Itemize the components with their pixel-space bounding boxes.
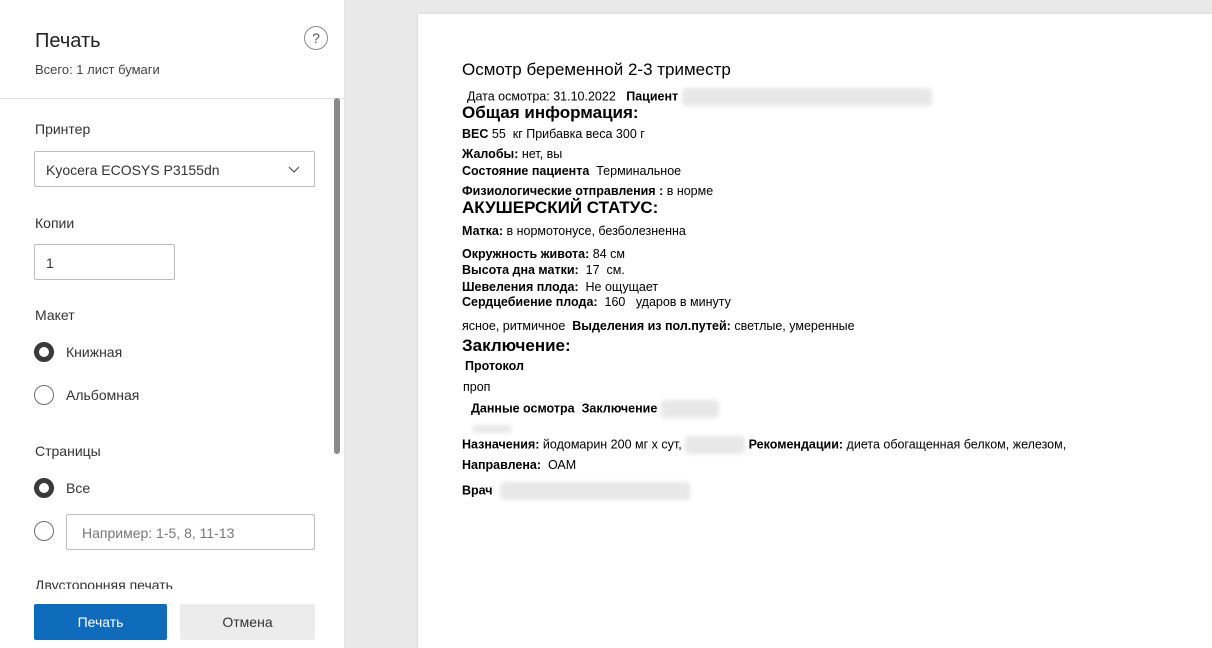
abdomen-row: Окружность живота: 84 см <box>462 247 625 261</box>
patient-name-redacted <box>681 88 932 106</box>
weight-gain: кг Прибавка веса 300 г <box>512 127 645 141</box>
date-label: Дата осмотра: <box>467 89 550 104</box>
print-preview-area[interactable]: Осмотр беременной 2-3 триместр Дата осмо… <box>345 0 1212 648</box>
referral-value: ОАМ <box>547 458 577 472</box>
pages-label: Страницы <box>35 443 101 459</box>
uterus-label: Матка: <box>462 224 504 238</box>
settings-scrollbar[interactable] <box>334 98 340 454</box>
appointments-value: йодомарин 200 мг х сут, <box>542 437 682 452</box>
print-button[interactable]: Печать <box>34 604 167 640</box>
protocol-value: проп <box>463 380 491 394</box>
weight-row: ВЕС 55 кг Прибавка веса 300 г <box>462 127 645 141</box>
copies-input[interactable]: 1 <box>34 244 175 280</box>
protocol-label: Протокол <box>465 359 524 373</box>
duplex-label: Двусторонняя печать <box>35 577 173 589</box>
conclusion-label: Заключение <box>581 401 658 416</box>
dialog-title: Печать <box>35 30 101 52</box>
doctor-row: Врач <box>462 482 690 500</box>
doctor-name-redacted <box>499 482 690 500</box>
referral-label: Направлена: <box>462 458 542 472</box>
condition-value: Терминальное <box>596 164 682 178</box>
layout-label: Макет <box>35 307 75 323</box>
heartbeat-label: Сердцебиение плода: <box>462 295 598 309</box>
conclusion-redacted <box>660 400 719 418</box>
conclusion-heading: Заключение: <box>462 336 571 355</box>
fundus-label: Высота дна матки: <box>462 263 579 277</box>
weight-label: ВЕС <box>462 127 489 141</box>
general-heading: Общая информация: <box>462 103 639 122</box>
radio-selected-icon <box>34 342 54 362</box>
discharge-row: ясное, ритмичное Выделения из пол.путей:… <box>462 319 855 333</box>
abdomen-value: 84 см <box>592 247 626 261</box>
document-title: Осмотр беременной 2-3 триместр <box>462 60 731 79</box>
appointments-label: Назначения: <box>462 437 540 452</box>
complaints-label: Жалобы: <box>462 147 519 161</box>
weight-value: 55 <box>491 127 506 141</box>
layout-option-label: Альбомная <box>66 387 140 403</box>
dialog-footer: Печать Отмена <box>0 589 344 648</box>
recommendations-label: Рекомендации: <box>748 437 844 452</box>
heartbeat-row: Сердцебиение плода: 160 ударов в минуту <box>462 295 731 309</box>
radio-empty-icon <box>34 385 54 405</box>
physio-label: Физиологические отправления : <box>462 184 664 198</box>
cancel-button[interactable]: Отмена <box>180 604 315 640</box>
help-icon[interactable]: ? <box>304 26 328 50</box>
printer-select[interactable]: Kyocera ECOSYS P3155dn <box>34 151 315 187</box>
obstetric-heading: АКУШЕРСКИЙ СТАТУС: <box>462 198 659 217</box>
discharge-label: Выделения из пол.путей: <box>572 319 731 333</box>
copies-label: Копии <box>35 215 75 231</box>
layout-option-label: Книжная <box>66 344 123 360</box>
settings-scroll-area: Принтер Kyocera ECOSYS P3155dn Копии 1 М… <box>0 99 344 589</box>
date-value: 31.10.2022 <box>553 89 616 104</box>
recommendations-value: диета обогащенная белком, железом, <box>846 437 1067 452</box>
pages-range-placeholder: Например: 1-5, 8, 11-13 <box>82 525 235 541</box>
movement-row: Шевеления плода: Не ощущает <box>462 280 658 294</box>
patient-label: Пациент <box>626 89 679 104</box>
fundus-value: 17 <box>585 263 600 277</box>
exam-text-redacted <box>472 424 512 433</box>
doctor-label: Врач <box>462 483 493 498</box>
condition-label: Состояние пациента <box>462 164 590 178</box>
heartbeat-description: ясное, ритмичное <box>462 319 566 333</box>
sheet-count: Всего: 1 лист бумаги <box>35 62 160 77</box>
physio-value: в норме <box>666 184 714 198</box>
copies-value: 1 <box>46 255 54 271</box>
abdomen-label: Окружность живота: <box>462 247 590 261</box>
pages-range-input[interactable]: Например: 1-5, 8, 11-13 <box>66 514 315 550</box>
preview-page: Осмотр беременной 2-3 триместр Дата осмо… <box>418 14 1212 648</box>
condition-row: Состояние пациента Терминальное <box>462 164 681 178</box>
pages-all-label: Все <box>66 480 91 496</box>
referral-row: Направлена: ОАМ <box>462 458 576 472</box>
complaints-value: нет, вы <box>521 147 563 161</box>
fundus-unit: см. <box>606 263 625 277</box>
uterus-row: Матка: в нормотонусе, безболезненна <box>462 224 686 238</box>
printer-label: Принтер <box>35 121 91 137</box>
panel-header: Печать Всего: 1 лист бумаги ? <box>0 0 344 99</box>
appointments-row: Назначения: йодомарин 200 мг х сут, Реко… <box>462 436 1066 454</box>
exam-data-label: Данные осмотра <box>471 401 575 416</box>
printer-value: Kyocera ECOSYS P3155dn <box>46 162 220 178</box>
discharge-value: светлые, умеренные <box>734 319 855 333</box>
movement-value: Не ощущает <box>585 280 659 294</box>
chevron-down-icon <box>288 166 300 173</box>
print-settings-panel: Печать Всего: 1 лист бумаги ? Принтер Ky… <box>0 0 345 648</box>
radio-empty-icon <box>34 521 54 541</box>
complaints-row: Жалобы: нет, вы <box>462 147 562 161</box>
fundus-row: Высота дна матки: 17 см. <box>462 263 625 277</box>
heartbeat-value: 160 <box>604 295 626 309</box>
print-dialog: Печать Всего: 1 лист бумаги ? Принтер Ky… <box>0 0 1212 648</box>
uterus-value: в нормотонусе, безболезненна <box>506 224 686 238</box>
physio-row: Физиологические отправления : в норме <box>462 184 713 198</box>
radio-selected-icon <box>34 478 54 498</box>
heartbeat-unit: ударов в минуту <box>635 295 731 309</box>
movement-label: Шевеления плода: <box>462 280 579 294</box>
exam-row: Данные осмотра Заключение <box>471 400 719 418</box>
appointments-redacted <box>685 436 746 454</box>
